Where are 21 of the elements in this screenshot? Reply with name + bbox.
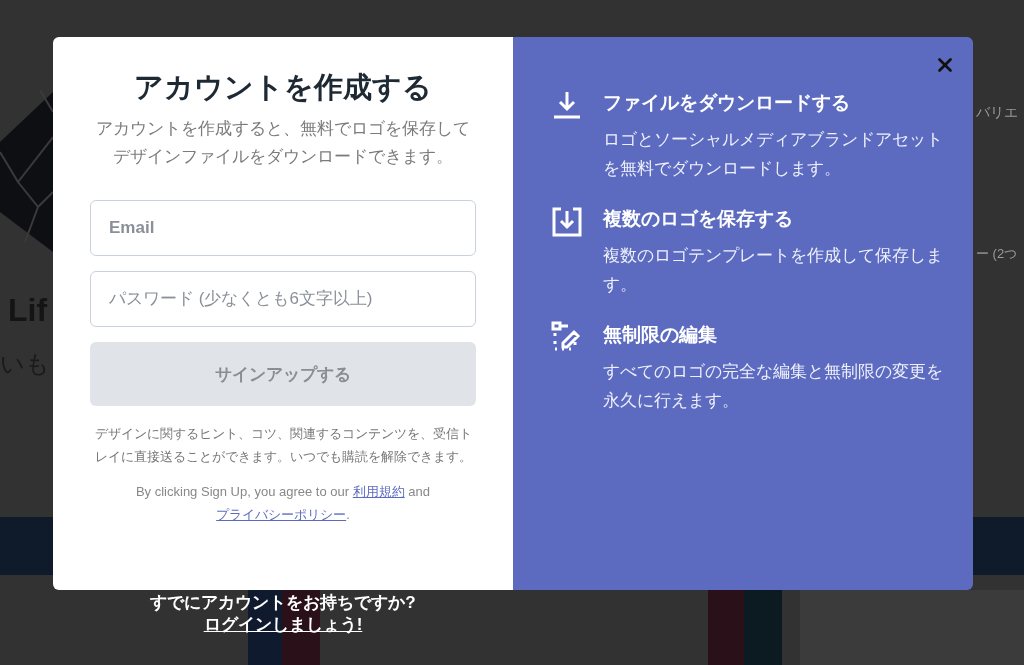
download-icon	[551, 89, 583, 121]
login-prompt: すでにアカウントをお持ちですか?	[150, 592, 416, 614]
background-text: ー (2つ	[976, 245, 1018, 263]
download-box-icon	[551, 205, 583, 237]
terms-link[interactable]: 利用規約	[352, 484, 405, 499]
feature-title: ファイルをダウンロードする	[603, 91, 851, 115]
feature-description: すべてのロゴの完全な編集と無制限の変更を永久に行えます。	[603, 361, 943, 412]
dialog-title: アカウントを作成する	[133, 70, 433, 105]
privacy-link[interactable]: プライバシーポリシー	[216, 507, 347, 522]
dialog-subtitle: アカウントを作成すると、無料でロゴを保存してデザインファイルをダウンロードできます。	[95, 118, 471, 168]
feature-title: 複数のロゴを保存する	[603, 207, 794, 231]
feature-description: 複数のロゴテンプレートを作成して保存します。	[603, 245, 943, 296]
login-link[interactable]: ログインしましょう!	[203, 614, 363, 636]
feature-description: ロゴとソーシャルメディアブランドアセットを無料でダウンロードします。	[603, 129, 943, 180]
feature-title: 無制限の編集	[603, 323, 718, 347]
password-field[interactable]: パスワード (少なくとも6文字以上)	[90, 271, 476, 327]
edit-icon	[551, 321, 583, 353]
background-text: バリエ	[976, 104, 1018, 122]
newsletter-note: デザインに関するヒント、コツ、関連するコンテンツを、受信トレイに直接送ることができます。いつでも購読を解除できます。	[93, 425, 473, 466]
email-field[interactable]: Email	[90, 200, 476, 256]
terms-text: By clicking Sign Up, you agree to our 利用規約 and プライバシーポリシー.	[134, 483, 432, 524]
